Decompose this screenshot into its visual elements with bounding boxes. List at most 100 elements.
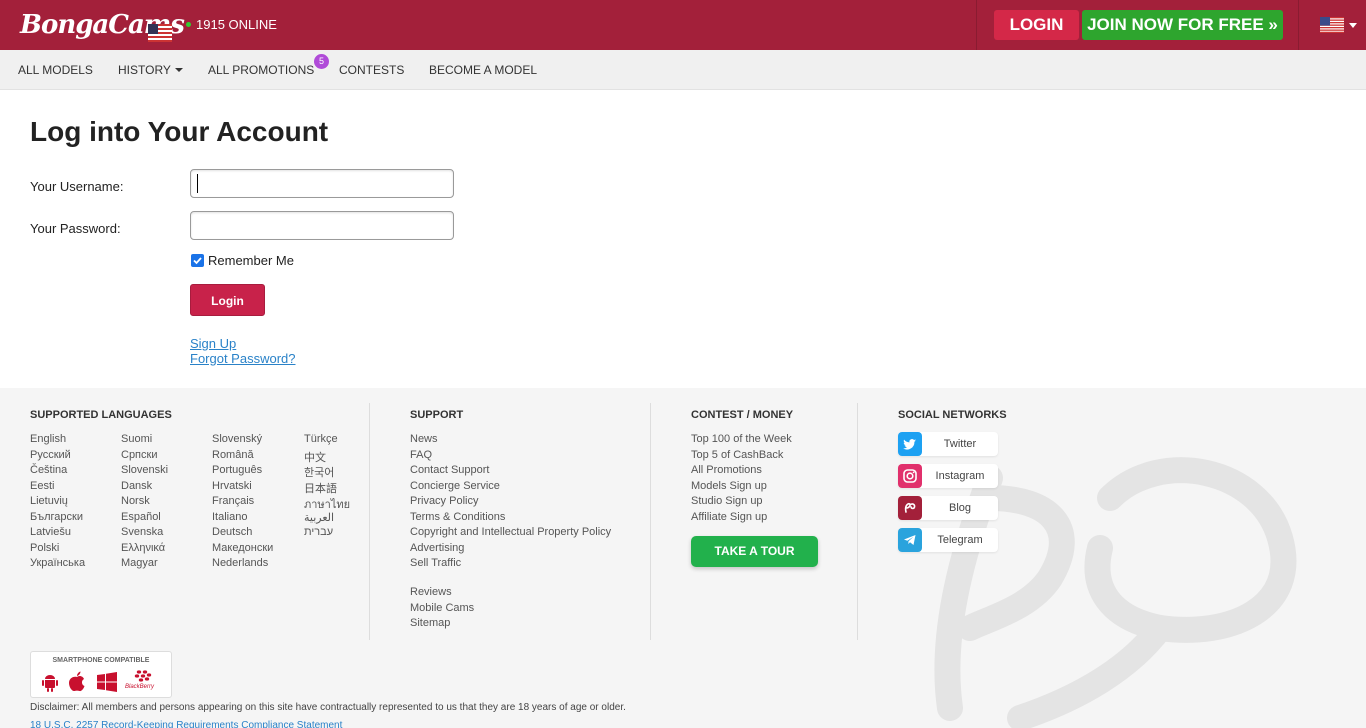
password-label: Your Password: bbox=[30, 221, 121, 236]
sign-up-link[interactable]: Sign Up bbox=[190, 336, 236, 351]
support-link[interactable]: Concierge Service bbox=[410, 480, 500, 492]
language-link[interactable]: Suomi bbox=[121, 433, 152, 445]
social-telegram[interactable]: Telegram bbox=[898, 528, 998, 552]
language-link[interactable]: Español bbox=[121, 511, 161, 523]
smartphone-title: SMARTPHONE COMPATIBLE bbox=[52, 657, 150, 664]
language-link[interactable]: 日本語 bbox=[304, 480, 337, 496]
language-link[interactable]: Norsk bbox=[121, 495, 150, 507]
login-submit-button[interactable]: Login bbox=[190, 284, 265, 316]
language-link[interactable]: Português bbox=[212, 464, 262, 476]
support-link[interactable]: Mobile Cams bbox=[410, 602, 474, 614]
top-header-bar: BongaCams 1915 ONLINE LOGIN JOIN NOW FOR… bbox=[0, 0, 1366, 50]
language-link[interactable]: English bbox=[30, 433, 66, 445]
language-link[interactable]: Latviešu bbox=[30, 526, 71, 538]
language-link[interactable]: Čeština bbox=[30, 464, 67, 476]
telegram-icon bbox=[898, 528, 922, 552]
language-flag-icon[interactable] bbox=[1320, 17, 1344, 33]
text-cursor bbox=[197, 174, 198, 193]
join-now-button[interactable]: JOIN NOW FOR FREE » bbox=[1082, 10, 1283, 40]
language-link[interactable]: العربية bbox=[304, 511, 334, 524]
language-link[interactable]: Nederlands bbox=[212, 557, 268, 569]
password-input[interactable] bbox=[190, 211, 454, 240]
language-link[interactable]: Македонски bbox=[212, 542, 273, 554]
language-link[interactable]: 中文 bbox=[304, 449, 326, 465]
contest-link[interactable]: Top 5 of CashBack bbox=[691, 449, 783, 461]
social-instagram[interactable]: Instagram bbox=[898, 464, 998, 488]
blackberry-label: BlackBerry bbox=[125, 684, 155, 690]
language-link[interactable]: Svenska bbox=[121, 526, 163, 538]
support-link[interactable]: Advertising bbox=[410, 542, 464, 554]
header-divider bbox=[1298, 0, 1299, 50]
windows-icon bbox=[97, 672, 117, 692]
language-link[interactable]: Ελληνικά bbox=[121, 542, 165, 554]
languages-title: SUPPORTED LANGUAGES bbox=[30, 409, 172, 421]
nav-all-models[interactable]: ALL MODELS bbox=[18, 63, 93, 77]
language-link[interactable]: Slovenski bbox=[121, 464, 168, 476]
remember-me-label[interactable]: Remember Me bbox=[208, 253, 294, 268]
support-link[interactable]: Reviews bbox=[410, 586, 452, 598]
take-a-tour-button[interactable]: TAKE A TOUR bbox=[691, 536, 818, 567]
username-input[interactable] bbox=[190, 169, 454, 198]
language-link[interactable]: Български bbox=[30, 511, 83, 523]
online-dot-icon bbox=[186, 22, 191, 28]
nav-become-a-model[interactable]: BECOME A MODEL bbox=[429, 63, 537, 77]
online-label: ONLINE bbox=[228, 17, 277, 32]
contest-link[interactable]: Top 100 of the Week bbox=[691, 433, 792, 445]
language-link[interactable]: עברית bbox=[304, 526, 333, 538]
main-nav: ALL MODELS HISTORY ALL PROMOTIONS CONTES… bbox=[0, 50, 1366, 90]
blog-label: Blog bbox=[948, 502, 972, 514]
contest-link[interactable]: Affiliate Sign up bbox=[691, 511, 767, 523]
support-link[interactable]: Terms & Conditions bbox=[410, 511, 505, 523]
social-blog[interactable]: Blog bbox=[898, 496, 998, 520]
online-count: 1915 bbox=[196, 17, 225, 32]
language-link[interactable]: Русский bbox=[30, 449, 71, 461]
username-label: Your Username: bbox=[30, 179, 124, 194]
social-twitter[interactable]: Twitter bbox=[898, 432, 998, 456]
login-panel: Log into Your Account Your Username: You… bbox=[0, 90, 1366, 388]
support-link[interactable]: Sell Traffic bbox=[410, 557, 461, 569]
footer-divider bbox=[369, 403, 370, 640]
language-link[interactable]: Italiano bbox=[212, 511, 247, 523]
us-flag-icon bbox=[148, 24, 172, 42]
language-link[interactable]: Magyar bbox=[121, 557, 158, 569]
language-link[interactable]: Lietuvių bbox=[30, 495, 68, 507]
age-disclaimer: Disclaimer: All members and persons appe… bbox=[30, 702, 626, 713]
promotions-count-badge: 5 bbox=[314, 54, 329, 69]
language-link[interactable]: Hrvatski bbox=[212, 480, 252, 492]
login-button[interactable]: LOGIN bbox=[994, 10, 1079, 40]
support-link[interactable]: Contact Support bbox=[410, 464, 490, 476]
smartphone-compatible-box: SMARTPHONE COMPATIBLE BlackBerry bbox=[30, 651, 172, 698]
language-link[interactable]: Français bbox=[212, 495, 254, 507]
contest-link[interactable]: Studio Sign up bbox=[691, 495, 763, 507]
language-link[interactable]: Türkçe bbox=[304, 433, 338, 445]
nav-contests[interactable]: CONTESTS bbox=[339, 63, 404, 77]
support-link[interactable]: Sitemap bbox=[410, 617, 450, 629]
record-keeping-link[interactable]: 18 U.S.C. 2257 Record-Keeping Requiremen… bbox=[30, 720, 342, 728]
remember-me-checkbox[interactable] bbox=[191, 254, 204, 267]
language-link[interactable]: Polski bbox=[30, 542, 59, 554]
apple-icon bbox=[69, 671, 85, 692]
language-link[interactable]: Română bbox=[212, 449, 254, 461]
chevron-down-icon[interactable] bbox=[1349, 23, 1357, 28]
checkmark-icon bbox=[193, 257, 202, 265]
language-link[interactable]: Українська bbox=[30, 557, 85, 569]
telegram-label: Telegram bbox=[937, 534, 983, 546]
site-logo[interactable]: BongaCams bbox=[20, 8, 185, 44]
language-link[interactable]: Dansk bbox=[121, 480, 152, 492]
contest-link[interactable]: Models Sign up bbox=[691, 480, 767, 492]
language-link[interactable]: Српски bbox=[121, 449, 157, 461]
language-link[interactable]: 한국어 bbox=[304, 464, 334, 480]
language-link[interactable]: Deutsch bbox=[212, 526, 252, 538]
support-link[interactable]: Copyright and Intellectual Property Poli… bbox=[410, 526, 611, 538]
support-link[interactable]: News bbox=[410, 433, 438, 445]
forgot-password-link[interactable]: Forgot Password? bbox=[190, 351, 296, 366]
language-link[interactable]: Slovenský bbox=[212, 433, 262, 445]
contest-link[interactable]: All Promotions bbox=[691, 464, 762, 476]
language-link[interactable]: Eesti bbox=[30, 480, 54, 492]
nav-all-promotions[interactable]: ALL PROMOTIONS bbox=[208, 63, 314, 77]
nav-history[interactable]: HISTORY bbox=[118, 63, 183, 77]
support-link[interactable]: Privacy Policy bbox=[410, 495, 478, 507]
online-counter: 1915 ONLINE bbox=[186, 17, 277, 32]
support-link[interactable]: FAQ bbox=[410, 449, 432, 461]
page-title: Log into Your Account bbox=[30, 116, 329, 147]
